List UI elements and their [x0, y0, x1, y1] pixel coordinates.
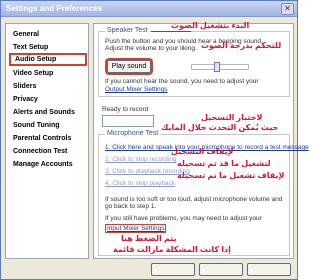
sidebar-item-alerts-and-sounds[interactable]: Alerts and Sounds [9, 106, 87, 119]
annotation-arrow-1 [151, 31, 191, 32]
record-level-field [102, 115, 154, 127]
annotation-test-recording: لاختبار التسجيل [201, 113, 263, 122]
title-bar: Settings and Preferences ✕ [1, 1, 297, 17]
sidebar-item-privacy[interactable]: Privacy [9, 93, 87, 106]
sidebar: General Text Setup Audio Setup Video Set… [5, 23, 89, 259]
annotation-speak-mic: حيث يُمكن التحدث خلال المايك [161, 123, 279, 132]
apply-button[interactable] [247, 263, 291, 276]
mic-help-3: If you still have problems, you may need… [105, 215, 262, 222]
sidebar-item-sound-tuning[interactable]: Sound Tuning [9, 119, 87, 132]
mic-help-2: go back to step 1. [105, 203, 157, 210]
stop-recording-link[interactable]: 2. Click to stop recording [105, 156, 177, 163]
settings-window: Settings and Preferences ✕ General Text … [0, 0, 309, 280]
sidebar-item-parental-controls[interactable]: Parental Controls [9, 132, 87, 145]
window-title: Settings and Preferences [6, 4, 103, 13]
play-sound-button[interactable]: Play sound [105, 58, 153, 75]
output-mixer-settings-link[interactable]: Output Mixer Settings [105, 86, 168, 93]
annotation-play-sound: البدء بتشغيل الصوت [171, 21, 250, 30]
annotation-click-here: يتم الضغط هنا [121, 234, 177, 243]
input-mixer-settings-link[interactable]: Input Mixer Settings [105, 224, 167, 233]
microphone-test-legend: Microphone Test [105, 130, 161, 137]
sidebar-item-sliders[interactable]: Sliders [9, 80, 87, 93]
ready-to-record-label: Ready to record [102, 106, 149, 113]
sidebar-item-connection-test[interactable]: Connection Test [9, 145, 87, 158]
annotation-volume: للتحكم بدرجة الصوت [201, 41, 282, 50]
annotation-if-problem: إذا كانت المشكلة مازالت قائمة [113, 245, 231, 254]
ok-button[interactable] [151, 263, 195, 276]
annotation-play-recorded: لتشغيل ما قد تم تسجيله [177, 159, 271, 168]
audio-setup-panel: Speaker Test Push the button and you sho… [93, 23, 309, 259]
sidebar-item-audio-setup[interactable]: Audio Setup [9, 53, 87, 66]
cancel-button[interactable] [199, 263, 243, 276]
close-icon[interactable]: ✕ [281, 3, 294, 15]
speaker-instructions-2: Adjust the volume to your liking. [105, 45, 197, 52]
annotation-stop-recording: لإيقاف التسجيل [171, 147, 234, 156]
stop-playback-link[interactable]: 4. Click to stop playback [105, 180, 175, 187]
speaker-help-1: If you cannot hear the sound, you need t… [105, 78, 259, 85]
sidebar-item-general[interactable]: General [9, 28, 87, 41]
mic-help-1: If sound is too soft or too loud, adjust… [105, 196, 283, 203]
speaker-test-legend: Speaker Test [105, 27, 150, 34]
volume-slider[interactable] [191, 64, 249, 70]
annotation-stop-play: لإيقاف تشغيل ما تم تسجيله [177, 171, 285, 180]
volume-slider-thumb[interactable] [214, 62, 220, 72]
sidebar-item-manage-accounts[interactable]: Manage Accounts [9, 158, 87, 171]
sidebar-item-video-setup[interactable]: Video Setup [9, 67, 87, 80]
